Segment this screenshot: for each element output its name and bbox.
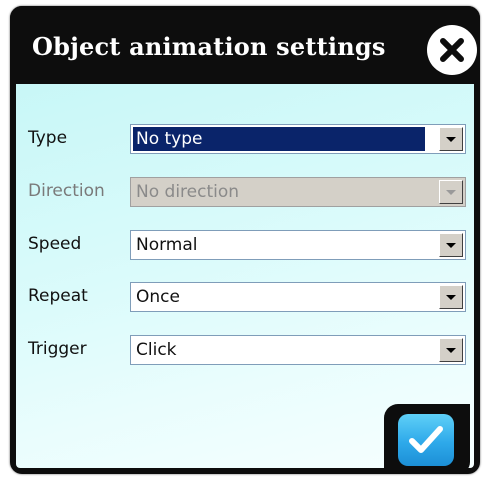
repeat-label: Repeat [28,286,88,306]
chevron-down-icon[interactable] [439,127,463,151]
chevron-down-icon[interactable] [439,285,463,309]
type-value: No type [133,127,425,151]
animation-settings-dialog: Object animation settings Type No type D… [10,6,480,474]
close-icon [440,38,464,62]
speed-label: Speed [28,234,82,254]
dialog-title: Object animation settings [32,32,386,61]
direction-row: Direction No direction [16,177,474,207]
type-row: Type No type [16,124,474,154]
type-label: Type [28,128,68,148]
close-button[interactable] [427,25,477,75]
type-select[interactable]: No type [130,124,466,154]
direction-select: No direction [130,177,466,207]
trigger-label: Trigger [28,339,87,359]
repeat-row: Repeat Once [16,282,474,312]
repeat-select[interactable]: Once [130,282,466,312]
speed-select[interactable]: Normal [130,230,466,260]
trigger-value: Click [136,340,177,360]
trigger-row: Trigger Click [16,335,474,365]
confirm-button[interactable] [398,414,454,466]
chevron-down-icon [439,180,463,204]
repeat-value: Once [136,287,180,307]
speed-row: Speed Normal [16,230,474,260]
title-bar: Object animation settings [10,6,480,84]
trigger-select[interactable]: Click [130,335,466,365]
confirm-button-frame [384,404,470,474]
chevron-down-icon[interactable] [439,233,463,257]
checkmark-icon [409,426,443,453]
direction-label: Direction [28,181,105,201]
speed-value: Normal [136,235,198,255]
chevron-down-icon[interactable] [439,338,463,362]
direction-value: No direction [136,182,240,202]
